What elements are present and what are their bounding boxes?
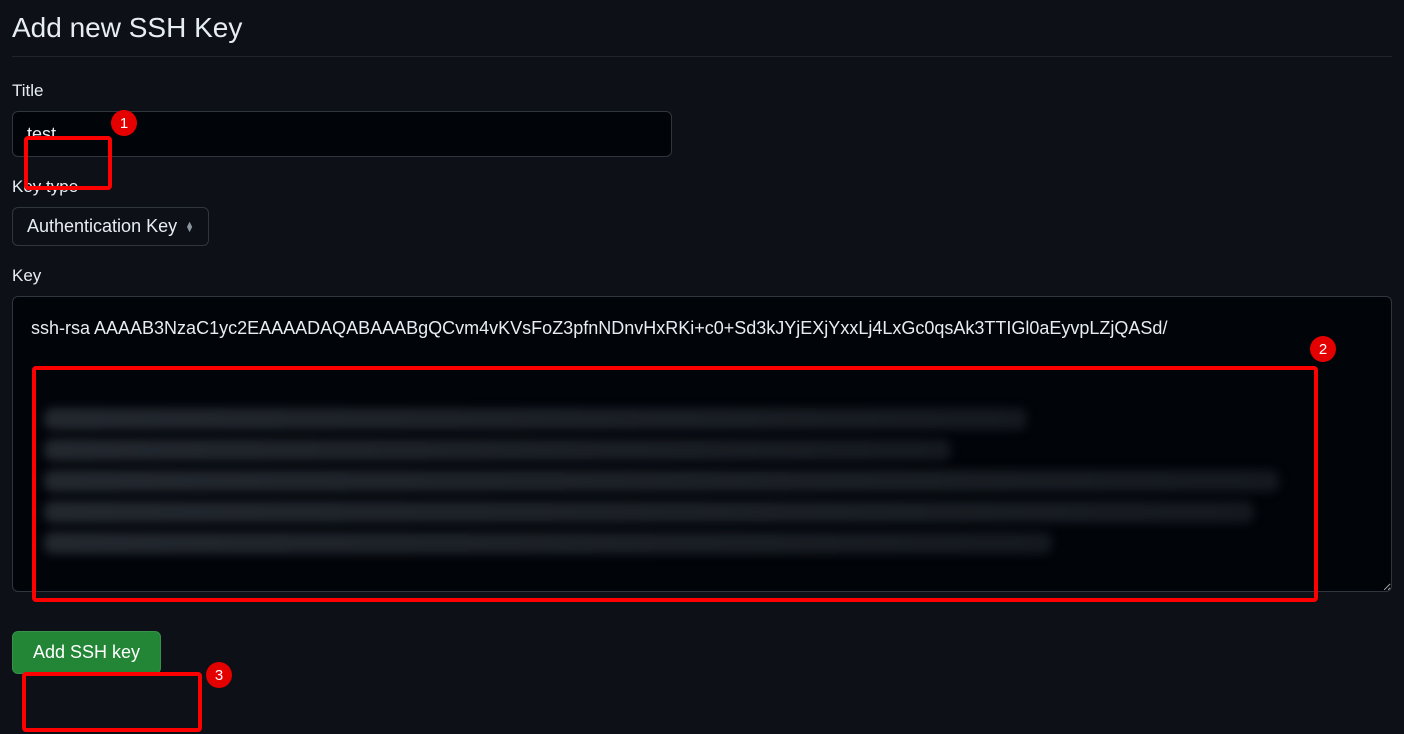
key-textarea[interactable]: ssh-rsa AAAAB3NzaC1yc2EAAAADAQABAAABgQCv…: [12, 296, 1392, 592]
key-type-selected-value: Authentication Key: [27, 216, 177, 237]
title-label: Title: [12, 81, 1392, 101]
title-input[interactable]: [12, 111, 672, 157]
annotation-box-3: [22, 672, 202, 732]
key-type-select[interactable]: Authentication Key ▲▼: [12, 207, 209, 246]
key-label: Key: [12, 266, 1392, 286]
updown-caret-icon: ▲▼: [185, 222, 194, 232]
page-heading: Add new SSH Key: [12, 12, 1392, 44]
add-ssh-key-button[interactable]: Add SSH key: [12, 631, 161, 674]
annotation-badge-3: 3: [206, 662, 232, 688]
key-type-label: Key type: [12, 177, 1392, 197]
divider: [12, 56, 1392, 57]
